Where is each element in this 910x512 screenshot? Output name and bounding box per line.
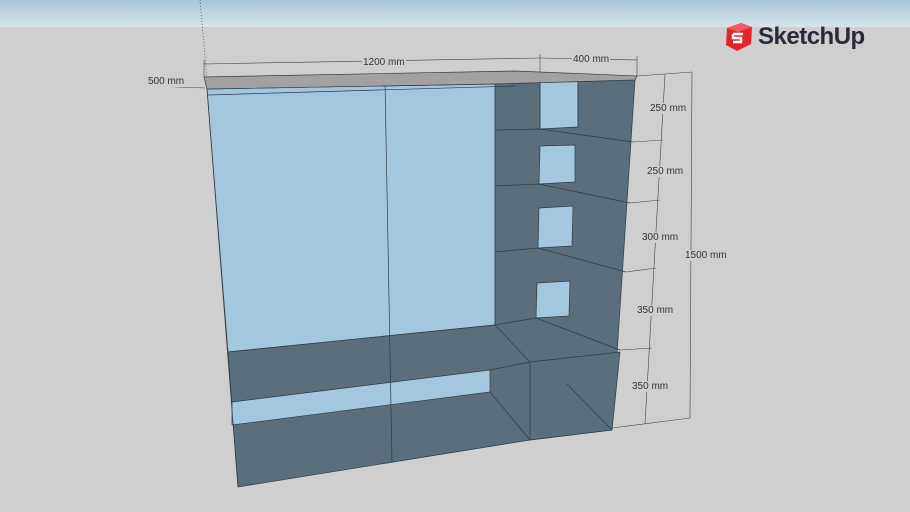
dimension-shelf-1: 250 mm [649, 103, 688, 114]
dimension-column-width: 400 mm [572, 54, 611, 65]
dimension-shelf-3: 300 mm [641, 232, 680, 243]
dimension-shelf-5: 350 mm [631, 381, 670, 392]
cubby-back-3 [537, 205, 574, 249]
3d-viewport[interactable] [0, 0, 910, 512]
cubby-back-4 [535, 280, 571, 319]
dimension-shelf-2: 250 mm [646, 166, 685, 177]
dimension-width: 1200 mm [362, 57, 406, 68]
sketchup-logo: SketchUp [725, 22, 865, 52]
cubby-back-2 [538, 144, 576, 185]
cubby-back-1 [539, 78, 579, 130]
dimension-shelf-4: 350 mm [636, 305, 675, 316]
wardrobe-model[interactable] [203, 70, 638, 488]
sketchup-logo-text: SketchUp [758, 23, 865, 50]
dimension-height: 1500 mm [684, 250, 728, 261]
back-panel [206, 83, 496, 353]
dimension-depth: 500 mm [147, 76, 186, 87]
sketchup-logo-icon [726, 23, 752, 51]
